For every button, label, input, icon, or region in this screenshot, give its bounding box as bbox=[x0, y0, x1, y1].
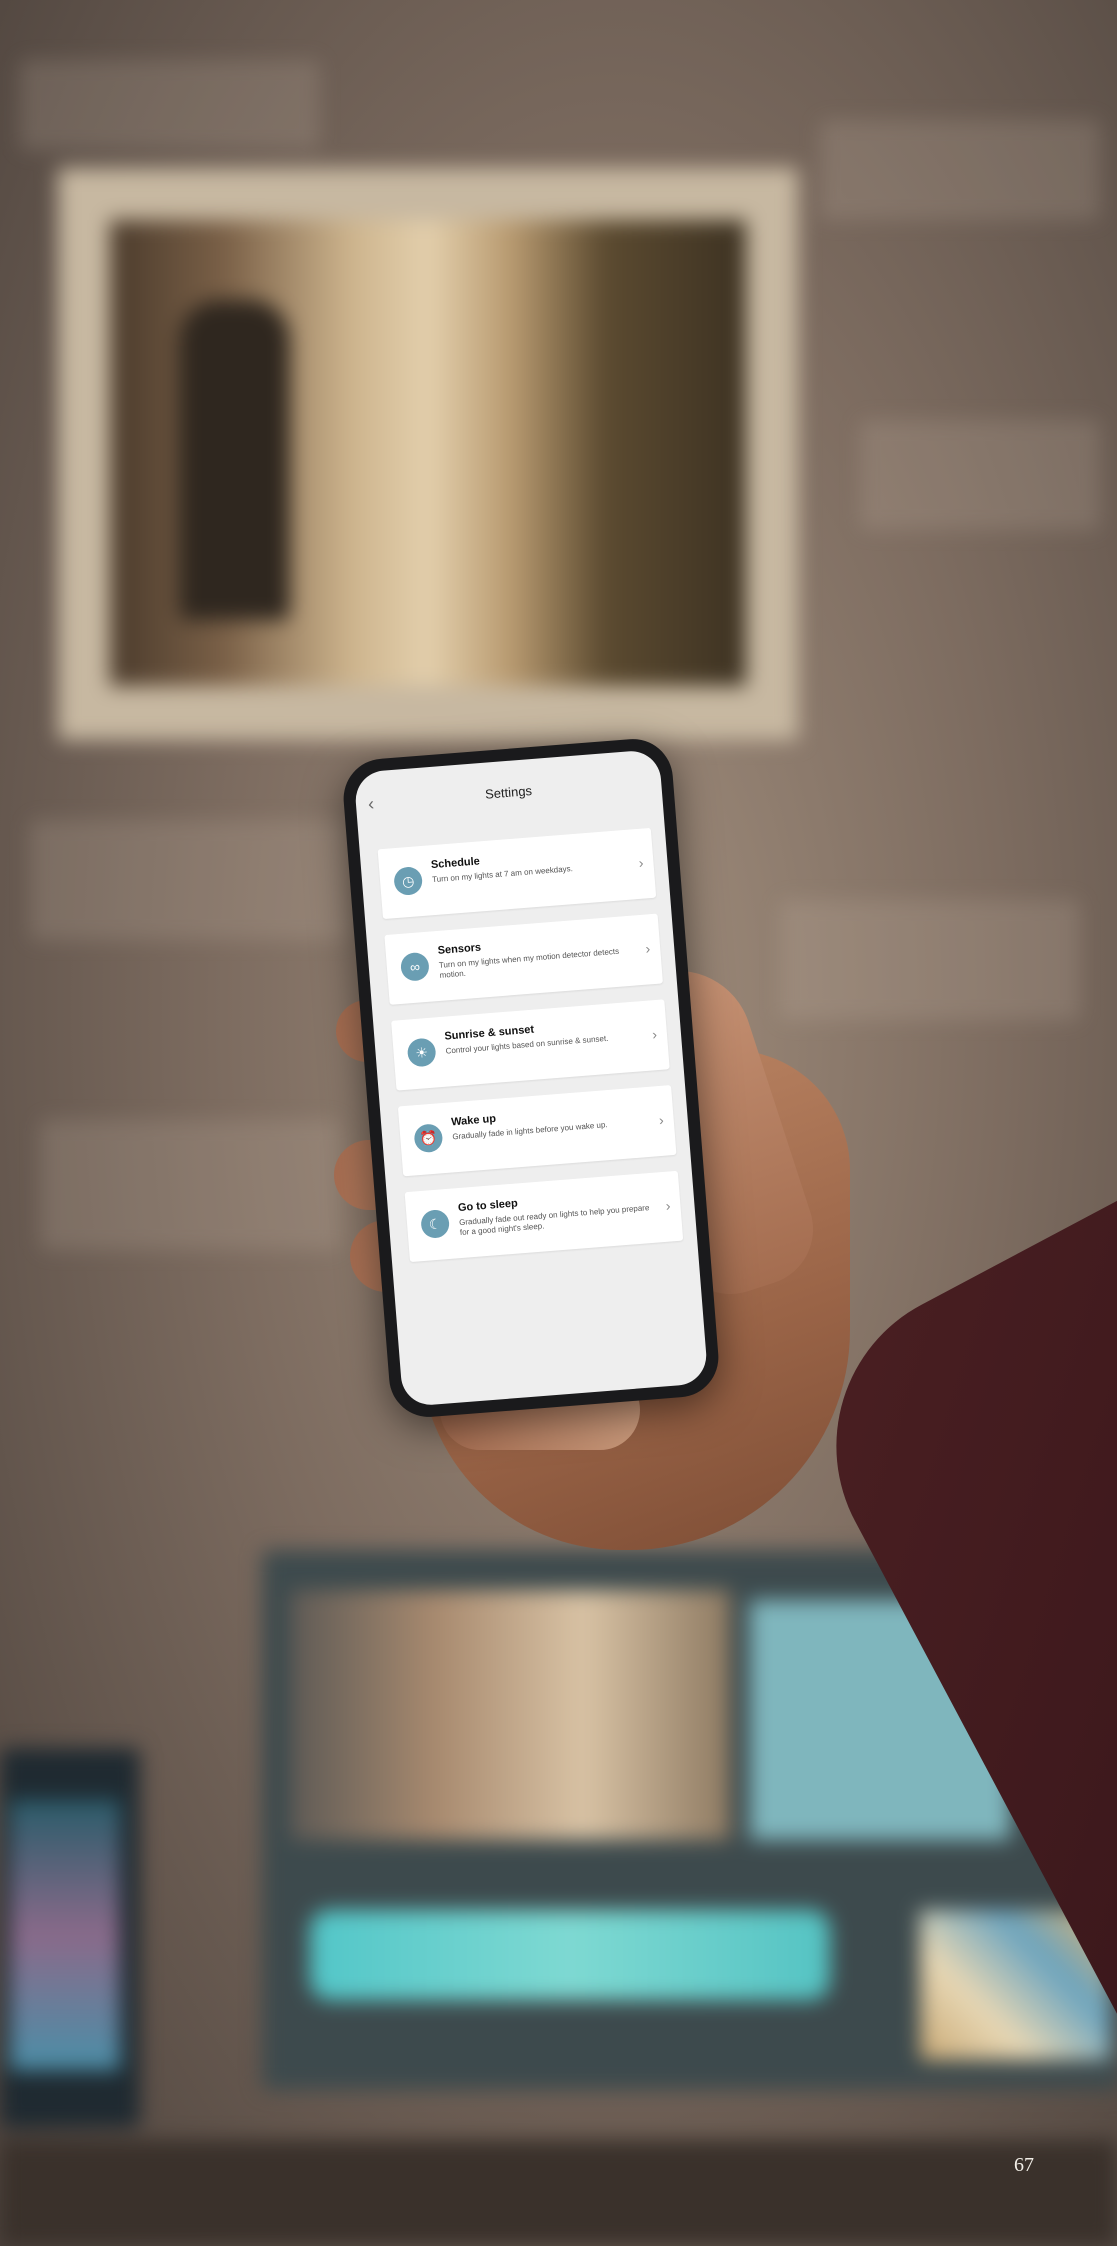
photo-background: ‹ Settings ◷ Schedule Turn on my lights … bbox=[0, 0, 1117, 2246]
street-lamp-in-photo bbox=[180, 300, 290, 620]
setting-title: Wake up bbox=[450, 1112, 497, 1129]
desk-surface bbox=[0, 2140, 1117, 2246]
sunrise-icon: ☀ bbox=[406, 1037, 437, 1068]
smartphone: ‹ Settings ◷ Schedule Turn on my lights … bbox=[340, 736, 722, 1420]
clock-icon: ◷ bbox=[393, 865, 424, 897]
setting-title: Sensors bbox=[437, 941, 482, 957]
video-timeline bbox=[310, 1910, 830, 2000]
moon-icon: ☾ bbox=[420, 1208, 451, 1240]
setting-title: Schedule bbox=[430, 855, 481, 872]
chevron-right-icon: › bbox=[658, 1111, 665, 1129]
wall-brick bbox=[40, 1120, 340, 1250]
tablet-screen bbox=[10, 1800, 120, 2070]
chevron-right-icon: › bbox=[665, 1197, 672, 1214]
setting-card-sensors[interactable]: ∞ Sensors Turn on my lights when my moti… bbox=[384, 913, 663, 1005]
settings-list: ◷ Schedule Turn on my lights at 7 am on … bbox=[358, 805, 697, 1264]
wall-brick bbox=[820, 120, 1100, 220]
picture-frame bbox=[58, 168, 798, 740]
wall-brick bbox=[20, 60, 320, 150]
wall-brick bbox=[860, 420, 1100, 530]
chevron-right-icon: › bbox=[644, 940, 651, 957]
alarm-clock-icon: ⏰ bbox=[413, 1123, 444, 1154]
page-title: Settings bbox=[484, 783, 533, 802]
chevron-right-icon: › bbox=[638, 854, 645, 871]
setting-card-schedule[interactable]: ◷ Schedule Turn on my lights at 7 am on … bbox=[377, 827, 657, 920]
link-icon: ∞ bbox=[399, 951, 430, 982]
setting-card-go-to-sleep[interactable]: ☾ Go to sleep Gradually fade out ready o… bbox=[404, 1170, 684, 1263]
setting-title: Go to sleep bbox=[457, 1197, 519, 1215]
phone-screen: ‹ Settings ◷ Schedule Turn on my lights … bbox=[353, 748, 709, 1408]
wall-brick bbox=[30, 820, 350, 940]
setting-card-wake-up[interactable]: ⏰ Wake up Gradually fade in lights befor… bbox=[397, 1085, 677, 1177]
wall-brick bbox=[780, 900, 1080, 1020]
setting-card-sunrise-sunset[interactable]: ☀ Sunrise & sunset Control your lights b… bbox=[391, 999, 670, 1091]
monitor-preview bbox=[290, 1590, 730, 1840]
page-number: 67 bbox=[1014, 2154, 1034, 2176]
chevron-right-icon: › bbox=[651, 1026, 658, 1043]
